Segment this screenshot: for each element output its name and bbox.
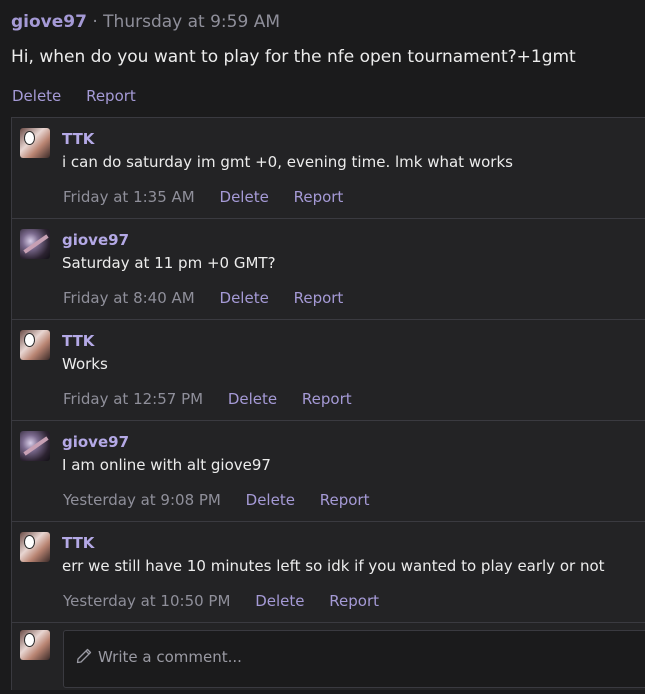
comment-author[interactable]: giove97: [62, 433, 129, 451]
post-body: Hi, when do you want to play for the nfe…: [11, 47, 576, 67]
post-time[interactable]: Thursday at 9:59 AM: [103, 12, 280, 32]
giove97-avatar[interactable]: [20, 229, 50, 259]
comments-panel: TTK i can do saturday im gmt +0, evening…: [11, 117, 645, 690]
comment-input-placeholder: Write a comment...: [98, 648, 242, 666]
post-actions: Delete Report: [12, 87, 156, 105]
giove97-avatar[interactable]: [20, 431, 50, 461]
comment-author[interactable]: TTK: [62, 332, 94, 350]
comment-time[interactable]: Yesterday at 10:50 PM: [63, 592, 230, 610]
comment-item: giove97 I am online with alt giove97 Yes…: [12, 421, 645, 522]
comment-text: I am online with alt giove97: [62, 456, 271, 474]
comment-delete-link[interactable]: Delete: [220, 188, 269, 206]
comment-author[interactable]: TTK: [62, 130, 94, 148]
post-header: giove97 · Thursday at 9:59 AM: [11, 12, 280, 32]
ttk-avatar[interactable]: [20, 330, 50, 360]
comment-report-link[interactable]: Report: [320, 491, 370, 509]
comment-meta: Yesterday at 10:50 PM Delete Report: [63, 592, 399, 610]
comment-meta: Friday at 1:35 AM Delete Report: [63, 188, 363, 206]
comment-meta: Yesterday at 9:08 PM Delete Report: [63, 491, 389, 509]
comment-time[interactable]: Friday at 12:57 PM: [63, 390, 203, 408]
comment-time[interactable]: Friday at 1:35 AM: [63, 188, 195, 206]
comment-composer: Write a comment...: [12, 624, 645, 694]
pencil-icon: [76, 648, 92, 664]
ttk-avatar[interactable]: [20, 128, 50, 158]
post-report-link[interactable]: Report: [86, 87, 136, 105]
comment-input[interactable]: Write a comment...: [63, 630, 645, 688]
comment-delete-link[interactable]: Delete: [246, 491, 295, 509]
comment-text: Saturday at 11 pm +0 GMT?: [62, 254, 276, 272]
current-user-avatar[interactable]: [20, 630, 50, 660]
comment-item: TTK Works Friday at 12:57 PM Delete Repo…: [12, 320, 645, 421]
comment-report-link[interactable]: Report: [329, 592, 379, 610]
comment-item: TTK i can do saturday im gmt +0, evening…: [12, 118, 645, 219]
comment-delete-link[interactable]: Delete: [255, 592, 304, 610]
comment-item: giove97 Saturday at 11 pm +0 GMT? Friday…: [12, 219, 645, 320]
comment-delete-link[interactable]: Delete: [220, 289, 269, 307]
post-delete-link[interactable]: Delete: [12, 87, 61, 105]
comment-report-link[interactable]: Report: [294, 289, 344, 307]
comment-delete-link[interactable]: Delete: [228, 390, 277, 408]
comment-time[interactable]: Friday at 8:40 AM: [63, 289, 195, 307]
comment-author[interactable]: TTK: [62, 534, 94, 552]
comment-meta: Friday at 12:57 PM Delete Report: [63, 390, 372, 408]
comment-time[interactable]: Yesterday at 9:08 PM: [63, 491, 221, 509]
comment-text: i can do saturday im gmt +0, evening tim…: [62, 153, 513, 171]
comment-report-link[interactable]: Report: [302, 390, 352, 408]
comment-author[interactable]: giove97: [62, 231, 129, 249]
ttk-avatar[interactable]: [20, 532, 50, 562]
post-author[interactable]: giove97: [11, 12, 87, 32]
comment-text: Works: [62, 355, 108, 373]
comment-text: err we still have 10 minutes left so idk…: [62, 557, 605, 575]
post-separator: ·: [92, 12, 98, 32]
comment-report-link[interactable]: Report: [294, 188, 344, 206]
comment-item: TTK err we still have 10 minutes left so…: [12, 522, 645, 623]
comment-meta: Friday at 8:40 AM Delete Report: [63, 289, 363, 307]
